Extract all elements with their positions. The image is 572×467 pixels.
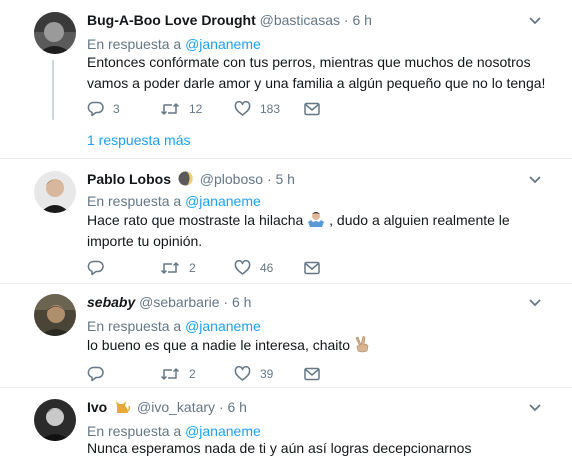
tweet-header: sebaby @sebarbarie · 6 h <box>87 293 251 311</box>
tweet-ploboso[interactable]: Pablo Lobos @ploboso · 5 h En respuesta … <box>0 159 572 283</box>
reply-context: En respuesta a @jananeme <box>87 317 261 335</box>
retweet-icon <box>160 103 180 115</box>
direct-message-icon <box>304 367 320 381</box>
tweet-header: Pablo Lobos @ploboso · 5 h <box>87 170 295 188</box>
user-handle[interactable]: @basticasas <box>260 12 340 28</box>
retweet-icon <box>160 368 180 380</box>
timestamp[interactable]: 6 h <box>352 12 371 28</box>
caret-down-icon[interactable] <box>528 16 542 26</box>
moon-icon <box>178 171 193 186</box>
like-count: 183 <box>260 102 281 116</box>
tweet-actions: 3 12 183 <box>87 99 487 119</box>
reply-context: En respuesta a @jananeme <box>87 192 261 210</box>
timestamp[interactable]: 5 h <box>276 171 295 187</box>
direct-message-icon <box>304 261 320 275</box>
direct-message-icon <box>304 102 320 116</box>
timestamp[interactable]: 6 h <box>232 294 251 310</box>
retweet-button[interactable]: 2 <box>160 258 196 278</box>
caret-down-icon[interactable] <box>528 298 542 308</box>
display-name[interactable]: Pablo Lobos <box>87 171 171 187</box>
like-count: 39 <box>260 367 274 381</box>
reply-mention-link[interactable]: @jananeme <box>185 423 261 439</box>
tweet-text: Entonces confórmate con tus perros, mien… <box>87 54 546 91</box>
like-button[interactable]: 39 <box>234 364 273 384</box>
like-icon <box>234 101 251 116</box>
reply-button[interactable] <box>87 364 113 384</box>
user-handle[interactable]: @sebarbarie <box>139 294 219 310</box>
show-more-replies-link[interactable]: 1 respuesta más <box>87 131 191 149</box>
separator-dot: · <box>223 294 229 310</box>
tweet-text: Nunca esperamos nada de ti y aún así log… <box>87 440 472 456</box>
reply-mention-link[interactable]: @jananeme <box>185 193 261 209</box>
reply-count: 3 <box>113 102 120 116</box>
tweet-text: lo bueno es que a nadie le interesa, cha… <box>87 335 547 356</box>
victory-hand-emoji-icon <box>355 336 369 353</box>
reply-prefix: En respuesta a <box>87 423 182 439</box>
like-button[interactable]: 46 <box>234 258 273 278</box>
reply-prefix: En respuesta a <box>87 36 182 52</box>
retweet-button[interactable]: 2 <box>160 364 196 384</box>
thread-line <box>52 60 54 120</box>
separator-dot: · <box>343 12 349 28</box>
display-name[interactable]: Ivo <box>87 399 107 415</box>
reply-prefix: En respuesta a <box>87 318 182 334</box>
avatar[interactable] <box>34 294 76 336</box>
reply-icon <box>87 101 104 117</box>
direct-message-button[interactable] <box>304 258 320 278</box>
tweet-sebarbarie[interactable]: sebaby @sebarbarie · 6 h En respuesta a … <box>0 284 572 387</box>
user-handle[interactable]: @ploboso <box>200 171 263 187</box>
tweet-actions: 2 39 <box>87 364 487 384</box>
person-shrugging-emoji-icon <box>308 212 325 227</box>
avatar[interactable] <box>34 399 76 441</box>
like-count: 46 <box>260 261 274 275</box>
tweet-header: Ivo @ivo_katary · 6 h <box>87 398 247 416</box>
tweet-text-part: lo bueno es que a nadie le interesa, cha… <box>87 337 351 353</box>
display-name[interactable]: Bug-A-Boo Love Drought <box>87 12 256 28</box>
tweet-text: Hace rato que mostraste la hilacha , dud… <box>87 210 547 252</box>
tweet-basticasas[interactable]: Bug-A-Boo Love Drought @basticasas · 6 h… <box>0 0 572 158</box>
tweet-actions: 2 46 <box>87 258 487 278</box>
tweet-ivo-katary[interactable]: Ivo @ivo_katary · 6 h En respuesta a @ja… <box>0 388 572 467</box>
retweet-count: 12 <box>189 102 203 116</box>
user-handle[interactable]: @ivo_katary <box>137 399 215 415</box>
like-icon <box>234 366 251 381</box>
timestamp[interactable]: 6 h <box>228 399 247 415</box>
direct-message-button[interactable] <box>304 99 320 119</box>
reply-button[interactable] <box>87 258 113 278</box>
reply-icon <box>87 260 104 276</box>
separator-dot: · <box>218 399 224 415</box>
retweet-count: 2 <box>189 261 196 275</box>
retweet-button[interactable]: 12 <box>160 99 202 119</box>
avatar[interactable] <box>34 171 76 213</box>
direct-message-button[interactable] <box>304 364 320 384</box>
retweet-count: 2 <box>189 367 196 381</box>
reply-context: En respuesta a @jananeme <box>87 35 261 53</box>
tweet-header: Bug-A-Boo Love Drought @basticasas · 6 h <box>87 11 372 29</box>
reply-button[interactable]: 3 <box>87 99 120 119</box>
reply-mention-link[interactable]: @jananeme <box>185 318 261 334</box>
like-button[interactable]: 183 <box>234 99 280 119</box>
like-icon <box>234 260 251 275</box>
cat-icon <box>116 401 131 413</box>
caret-down-icon[interactable] <box>528 175 542 185</box>
avatar[interactable] <box>34 12 76 54</box>
reply-prefix: En respuesta a <box>87 193 182 209</box>
caret-down-icon[interactable] <box>528 403 542 413</box>
retweet-icon <box>160 262 180 274</box>
reply-mention-link[interactable]: @jananeme <box>185 36 261 52</box>
tweet-text-part: Hace rato que mostraste la hilacha <box>87 212 304 228</box>
separator-dot: · <box>266 171 272 187</box>
display-name[interactable]: sebaby <box>87 294 135 310</box>
reply-icon <box>87 366 104 382</box>
